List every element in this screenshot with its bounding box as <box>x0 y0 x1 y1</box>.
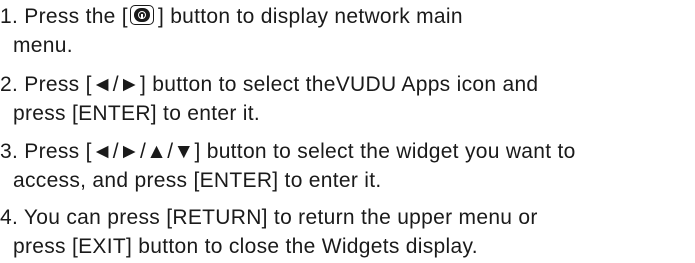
step-3-line-1: 3. Press [◄/►/▲/▼] button to select the … <box>0 137 690 166</box>
step-number: 2. <box>0 73 19 96</box>
network-home-button-icon <box>129 5 156 27</box>
step-1-text-a: Press the [ <box>18 5 128 28</box>
step-3-line-2: access, and press [ENTER] to enter it. <box>13 169 382 192</box>
step-number: 3. <box>0 140 19 163</box>
step-3-text: Press [◄/►/▲/▼] button to select the wid… <box>18 140 576 163</box>
step-number: 1. <box>0 5 19 28</box>
step-number: 4. <box>0 206 19 229</box>
step-1-text-b: ] button to display network main <box>157 5 463 28</box>
step-4-line-1: 4. You can press [RETURN] to return the … <box>0 203 690 232</box>
step-2: 2. Press [◄/►] button to select theVUDU … <box>0 70 690 128</box>
step-4-line-2: press [EXIT] button to close the Widgets… <box>13 235 478 258</box>
step-1-line-1: 1. Press the [ ] button to display networ… <box>0 2 690 31</box>
step-3: 3. Press [◄/►/▲/▼] button to select the … <box>0 137 690 195</box>
step-2-text: Press [◄/►] button to select theVUDU App… <box>18 73 539 96</box>
step-2-line-2: press [ENTER] to enter it. <box>13 102 261 125</box>
step-4: 4. You can press [RETURN] to return the … <box>0 203 690 261</box>
step-2-line-1: 2. Press [◄/►] button to select theVUDU … <box>0 70 690 99</box>
step-1-line-2: menu. <box>13 34 73 57</box>
step-4-text: You can press [RETURN] to return the upp… <box>18 206 538 229</box>
step-1: 1. Press the [ ] button to display networ… <box>0 2 690 60</box>
